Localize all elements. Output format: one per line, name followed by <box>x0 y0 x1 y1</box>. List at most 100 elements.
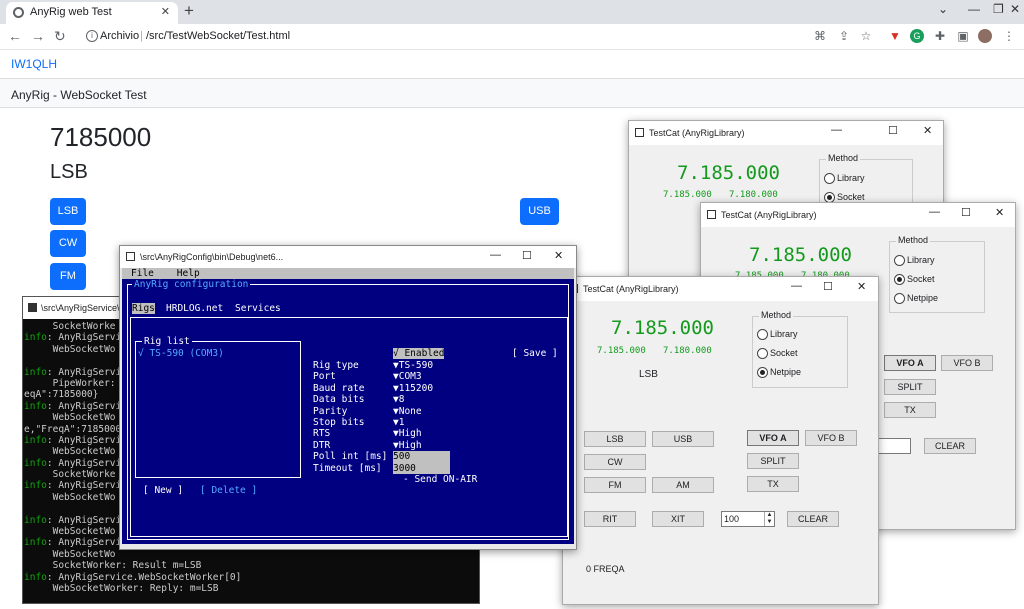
maximize-icon[interactable]: ☐ <box>823 280 833 293</box>
brand-link[interactable]: IW1QLH <box>11 57 57 71</box>
close-icon[interactable]: ✕ <box>1010 2 1020 16</box>
lsb-button[interactable]: LSB <box>584 431 646 447</box>
translate-icon[interactable]: ⌘ <box>813 29 827 43</box>
tab-rigs[interactable]: Rigs <box>132 303 155 314</box>
cw-button[interactable]: CW <box>50 230 86 257</box>
field-value[interactable]: ▼COM3 <box>393 371 422 382</box>
restore-icon[interactable]: ❐ <box>993 2 1004 16</box>
am-button[interactable]: AM <box>652 477 714 493</box>
new-tab-button[interactable]: + <box>184 1 194 21</box>
method-group: Method Library Socket <box>819 153 913 205</box>
vfo-b-button[interactable]: VFO B <box>941 355 993 371</box>
close-icon[interactable]: ✕ <box>554 249 563 262</box>
field-value[interactable]: ▼TS-590 <box>393 360 433 371</box>
maximize-icon[interactable]: ☐ <box>888 124 898 137</box>
rit-button[interactable]: RIT <box>584 511 636 527</box>
close-tab-icon[interactable]: ✕ <box>161 5 170 18</box>
minimize-icon[interactable]: — <box>791 280 802 292</box>
tab-list-icon[interactable]: ⌄ <box>938 2 948 16</box>
menu-file[interactable]: File <box>131 268 154 279</box>
split-button[interactable]: SPLIT <box>747 453 799 469</box>
close-icon[interactable]: ✕ <box>995 206 1004 219</box>
field-value[interactable]: ▼1 <box>393 417 404 428</box>
new-button[interactable]: [ New ] <box>143 485 183 496</box>
minimize-icon[interactable]: — <box>929 206 940 218</box>
info-icon[interactable]: i <box>86 30 98 42</box>
radio-netpipe[interactable]: Netpipe <box>894 293 938 304</box>
lsb-button[interactable]: LSB <box>50 198 86 225</box>
minimize-icon[interactable]: — <box>968 2 980 16</box>
address-bar[interactable]: i Archivio | /src/TestWebSocket/Test.htm… <box>78 27 886 47</box>
sidepanel-icon[interactable]: ▣ <box>956 29 970 43</box>
rig-list-item[interactable]: √ TS-590 (COM3) <box>138 348 224 359</box>
radio-socket[interactable]: Socket <box>824 192 865 203</box>
tx-button[interactable]: TX <box>747 476 799 492</box>
shield-icon[interactable]: ▼ <box>888 29 902 43</box>
menu-icon[interactable]: ⋮ <box>1002 29 1016 43</box>
usb-button[interactable]: USB <box>652 431 714 447</box>
grammarly-icon[interactable]: G <box>910 29 924 43</box>
field-value[interactable]: ▼High <box>393 440 422 451</box>
field-label: Port <box>313 371 336 383</box>
forward-icon[interactable]: → <box>31 28 45 44</box>
tab-services[interactable]: Services <box>235 303 281 314</box>
radio-socket[interactable]: Socket <box>757 348 798 359</box>
field-value[interactable]: ▼None <box>393 406 422 417</box>
vfo-a-frequency: 7.185.000 <box>597 346 646 356</box>
maximize-icon[interactable]: ☐ <box>961 206 971 219</box>
browser-tab[interactable]: AnyRig web Test ✕ <box>6 2 178 24</box>
avatar[interactable] <box>978 29 992 43</box>
vfo-a-button[interactable]: VFO A <box>884 355 936 371</box>
console-icon <box>28 303 37 312</box>
spin-arrows-icon[interactable]: ▲ ▼ <box>764 512 774 526</box>
status-text: 0 FREQA <box>586 564 625 574</box>
window-title: \src\AnyRigConfig\bin\Debug\net6... <box>140 252 284 262</box>
main-frequency: 7.185.000 <box>749 244 852 266</box>
menu-help[interactable]: Help <box>177 268 200 279</box>
field-value[interactable]: 3000 <box>393 462 450 474</box>
close-icon[interactable]: ✕ <box>923 124 932 137</box>
extensions-icon[interactable]: ✚ <box>933 29 947 43</box>
fm-button[interactable]: FM <box>584 477 646 493</box>
console-title: \src\AnyRigService\b <box>41 303 125 313</box>
delete-button[interactable]: [ Delete ] <box>200 485 257 496</box>
back-icon[interactable]: ← <box>8 28 22 44</box>
enabled-checkbox[interactable]: √ Enabled <box>393 348 445 360</box>
reload-icon[interactable]: ↻ <box>54 28 66 45</box>
radio-library[interactable]: Library <box>894 255 935 266</box>
clear-button[interactable]: CLEAR <box>924 438 976 454</box>
vfo-a-button[interactable]: VFO A <box>747 430 799 446</box>
clear-button[interactable]: CLEAR <box>787 511 839 527</box>
vfo-b-button[interactable]: VFO B <box>805 430 857 446</box>
field-value[interactable]: ▼8 <box>393 394 404 405</box>
split-button[interactable]: SPLIT <box>884 379 936 395</box>
close-icon[interactable]: ✕ <box>857 280 866 293</box>
fm-button[interactable]: FM <box>50 263 86 290</box>
field-value[interactable]: ▼High <box>393 428 422 439</box>
log-level: info <box>24 332 47 344</box>
radio-library[interactable]: Library <box>757 329 798 340</box>
field-value[interactable]: 500 <box>393 451 450 463</box>
maximize-icon[interactable]: ☐ <box>522 249 532 262</box>
usb-button[interactable]: USB <box>520 198 559 225</box>
spin-input[interactable]: 100 ▲ ▼ <box>721 511 775 527</box>
console-line: WebSocketWo <box>24 549 479 560</box>
log-text: : AnyRigServi <box>46 480 122 492</box>
radio-library[interactable]: Library <box>824 173 865 184</box>
log-text: SocketWorke <box>24 469 116 481</box>
share-icon[interactable]: ⇪ <box>837 29 851 43</box>
spin-input[interactable] <box>877 438 911 454</box>
minimize-icon[interactable]: — <box>831 124 842 136</box>
tx-button[interactable]: TX <box>884 402 936 418</box>
bookmark-star-icon[interactable]: ☆ <box>859 29 873 43</box>
radio-socket[interactable]: Socket <box>894 274 935 285</box>
main-frequency: 7.185.000 <box>677 162 780 184</box>
tab-hrdlog[interactable]: HRDLOG.net <box>166 303 223 314</box>
xit-button[interactable]: XIT <box>652 511 704 527</box>
cw-button[interactable]: CW <box>584 454 646 470</box>
minimize-icon[interactable]: — <box>490 249 501 261</box>
radio-netpipe[interactable]: Netpipe <box>757 367 801 378</box>
save-button[interactable]: [ Save ] <box>512 348 558 359</box>
field-value[interactable]: ▼115200 <box>393 383 433 394</box>
send-on-air[interactable]: - Send ON-AIR <box>403 474 477 485</box>
